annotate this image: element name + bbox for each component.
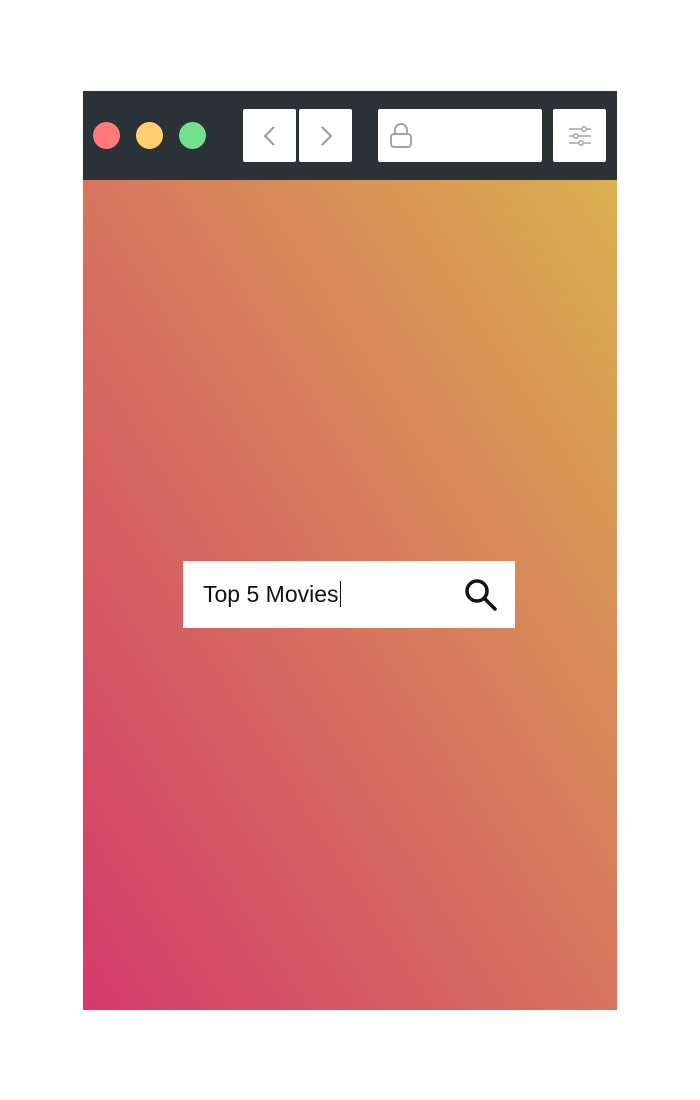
- text-caret: [339, 581, 341, 608]
- search-input[interactable]: Top 5 Movies: [203, 561, 341, 628]
- chevron-right-icon: [320, 125, 332, 146]
- lock-icon: [390, 122, 412, 148]
- minimize-window-button[interactable]: [136, 122, 163, 149]
- settings-button[interactable]: [553, 109, 606, 162]
- address-bar[interactable]: [378, 109, 542, 162]
- chevron-left-icon: [263, 125, 275, 146]
- browser-window: Top 5 Movies: [83, 91, 617, 1010]
- forward-button[interactable]: [299, 109, 352, 162]
- maximize-window-button[interactable]: [179, 122, 206, 149]
- back-button[interactable]: [243, 109, 296, 162]
- search-box[interactable]: Top 5 Movies: [183, 561, 515, 628]
- page-content: Top 5 Movies: [83, 180, 617, 1010]
- sliders-icon: [568, 125, 591, 146]
- search-icon[interactable]: [463, 577, 499, 613]
- close-window-button[interactable]: [93, 122, 120, 149]
- search-input-text: Top 5 Movies: [203, 581, 339, 607]
- title-bar: [83, 91, 617, 180]
